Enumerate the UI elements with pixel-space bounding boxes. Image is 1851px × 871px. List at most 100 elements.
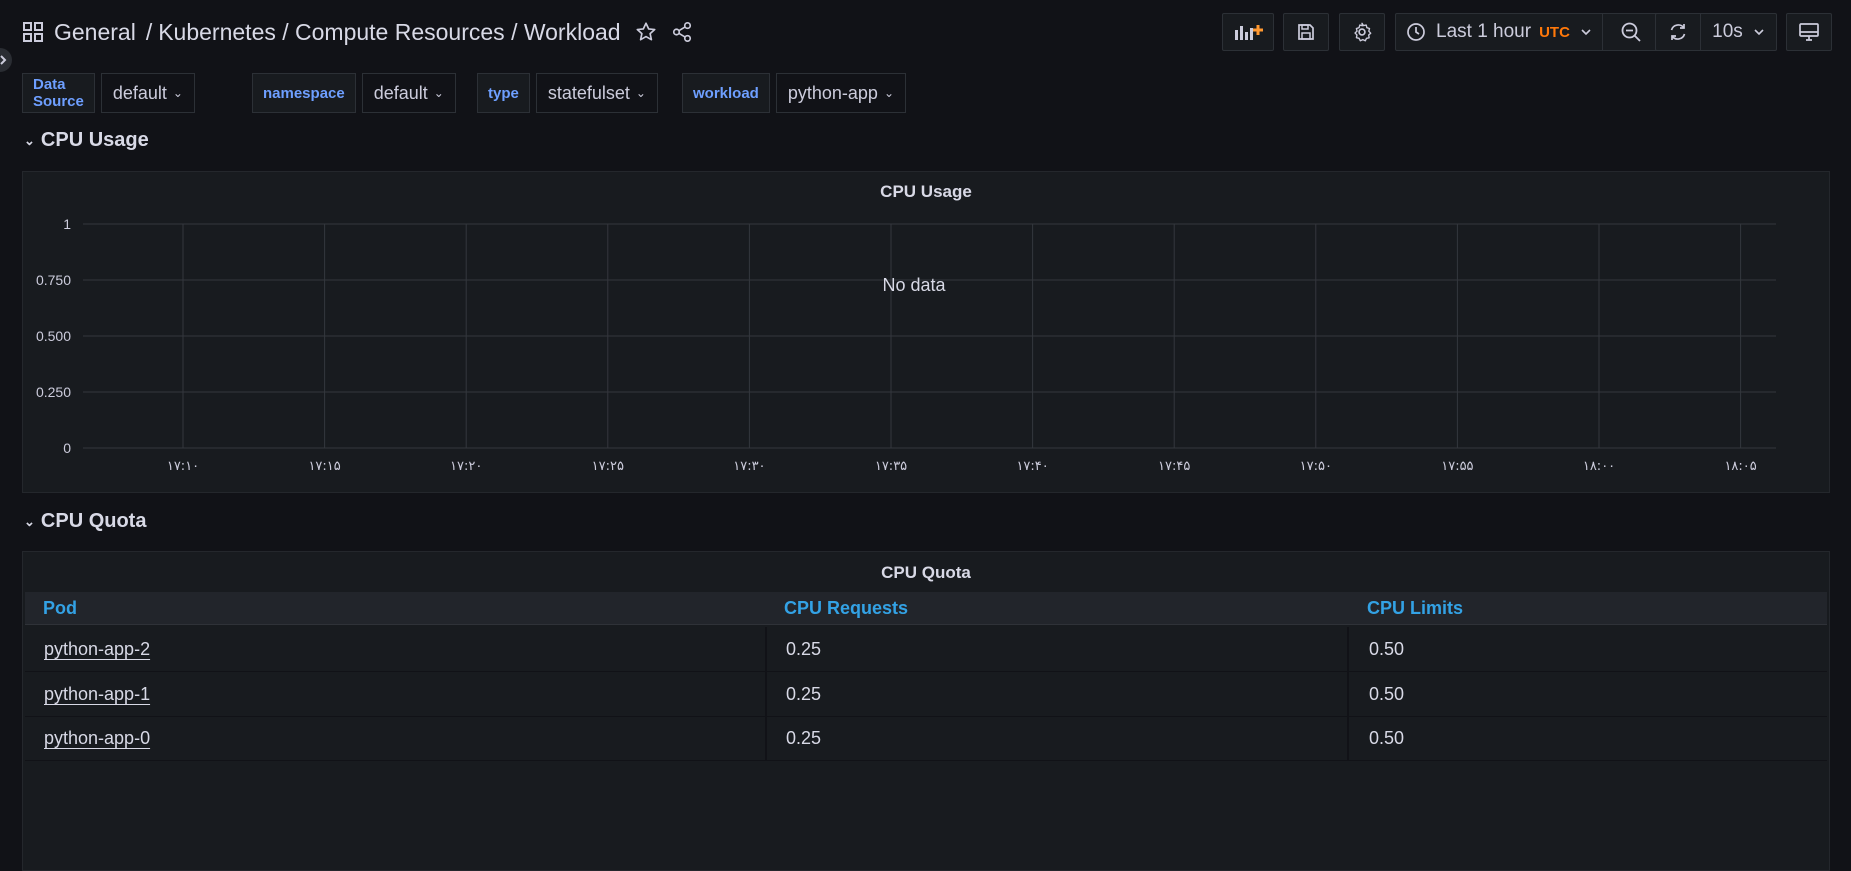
cpu-requests-cell: 0.25 xyxy=(786,683,822,704)
y-tick-label: 1 xyxy=(63,216,71,232)
column-header-pod[interactable]: Pod xyxy=(43,592,77,624)
x-tick-label: ۱۷:۳۰ xyxy=(733,459,765,474)
column-divider xyxy=(1347,627,1349,671)
variable-workload-select[interactable]: python-app ⌄ xyxy=(775,73,906,113)
zoom-out-icon xyxy=(1621,22,1641,42)
add-panel-button[interactable] xyxy=(1222,13,1274,51)
variable-type-select[interactable]: statefulset ⌄ xyxy=(535,73,658,113)
refresh-group: 10s xyxy=(1655,13,1777,51)
x-tick-label: ۱۷:۱۵ xyxy=(308,459,340,474)
zoom-out-button[interactable] xyxy=(1602,14,1658,50)
x-tick-label: ۱۸:۰۵ xyxy=(1724,459,1756,474)
star-button[interactable] xyxy=(635,21,657,43)
variable-value: default xyxy=(112,82,167,103)
refresh-icon xyxy=(1670,24,1686,40)
variable-type: type statefulset ⌄ xyxy=(477,73,658,113)
time-range-picker[interactable]: Last 1 hour UTC xyxy=(1396,14,1602,50)
pod-link[interactable]: python-app-2 xyxy=(44,639,150,660)
pod-link[interactable]: python-app-0 xyxy=(44,728,150,749)
panel-title[interactable]: CPU Usage xyxy=(23,182,1829,202)
table-row: python-app-0 0.25 0.50 xyxy=(25,716,1827,761)
tv-mode-button[interactable] xyxy=(1786,13,1832,51)
no-data-label: No data xyxy=(882,275,946,295)
top-navbar: General / Kubernetes / Compute Resources… xyxy=(0,0,1851,64)
x-tick-label: ۱۷:۵۰ xyxy=(1300,459,1332,474)
y-tick-label: 0 xyxy=(63,440,71,456)
column-divider xyxy=(765,672,767,716)
gear-icon xyxy=(1354,22,1372,42)
chevron-down-icon: ⌄ xyxy=(172,86,183,100)
panel-title[interactable]: CPU Quota xyxy=(23,563,1829,583)
cpu-limits-cell: 0.50 xyxy=(1369,638,1405,659)
variable-label: type xyxy=(477,73,530,113)
refresh-interval-picker[interactable]: 10s xyxy=(1700,14,1776,50)
cpu-quota-panel: CPU Quota Pod CPU Requests CPU Limits py… xyxy=(22,551,1830,871)
x-tick-label: ۱۷:۲۰ xyxy=(450,459,482,474)
share-button[interactable] xyxy=(671,21,693,43)
cpu-limits-cell: 0.50 xyxy=(1369,683,1405,704)
star-icon xyxy=(636,22,656,41)
cpu-limits-cell: 0.50 xyxy=(1369,727,1405,748)
time-picker-group: Last 1 hour UTC xyxy=(1395,13,1659,51)
time-range-label: Last 1 hour xyxy=(1436,21,1532,42)
variable-datasource: Data Source default ⌄ xyxy=(22,73,195,113)
breadcrumb-folder-link[interactable]: General xyxy=(54,19,136,46)
x-tick-label: ۱۷:۲۵ xyxy=(592,459,624,474)
share-icon xyxy=(672,22,691,42)
add-panel-icon xyxy=(1235,25,1263,40)
table-row: python-app-1 0.25 0.50 xyxy=(25,672,1827,717)
table-header: Pod CPU Requests CPU Limits xyxy=(25,592,1827,625)
chevron-down-icon: ⌄ xyxy=(635,86,646,100)
variable-value: python-app xyxy=(787,82,878,103)
variable-label: workload xyxy=(682,73,770,113)
column-divider xyxy=(765,627,767,671)
variable-workload: workload python-app ⌄ xyxy=(682,73,906,113)
chevron-down-icon: ⌄ xyxy=(433,86,444,100)
cpu-requests-cell: 0.25 xyxy=(786,727,822,748)
x-tick-label: ۱۷:۵۵ xyxy=(1441,459,1473,474)
save-dashboard-button[interactable] xyxy=(1283,13,1329,51)
row-cpu-usage-toggle[interactable]: ⌄ CPU Usage xyxy=(24,129,149,152)
timezone-badge: UTC xyxy=(1539,23,1570,41)
variable-namespace: namespace default ⌄ xyxy=(252,73,456,113)
x-tick-label: ۱۷:۱۰ xyxy=(167,459,199,474)
column-header-cpu-limits[interactable]: CPU Limits xyxy=(1367,592,1463,624)
breadcrumb-separator: / xyxy=(145,18,153,45)
dashboard-settings-button[interactable] xyxy=(1339,13,1385,51)
monitor-icon xyxy=(1799,23,1819,41)
chevron-down-icon: ⌄ xyxy=(24,513,35,529)
variable-label: Data Source xyxy=(22,73,95,113)
y-tick-label: 0.500 xyxy=(36,328,71,344)
breadcrumb: General / Kubernetes / Compute Resources… xyxy=(22,14,693,50)
x-tick-label: ۱۷:۳۵ xyxy=(875,459,907,474)
variable-label: namespace xyxy=(252,73,356,113)
x-tick-label: ۱۷:۴۰ xyxy=(1016,459,1048,474)
refresh-button[interactable] xyxy=(1656,14,1700,50)
chevron-down-icon: ⌄ xyxy=(24,132,35,148)
pod-link[interactable]: python-app-1 xyxy=(44,684,150,705)
breadcrumb-dashboard-title[interactable]: Kubernetes / Compute Resources / Workloa… xyxy=(158,19,620,46)
chevron-down-icon xyxy=(1754,29,1764,36)
x-tick-label: ۱۷:۴۵ xyxy=(1158,459,1190,474)
chevron-down-icon: ⌄ xyxy=(883,86,894,100)
cpu-usage-panel: CPU Usage 0 0.250 0.500 0.750 1 ۱۷:۱۰ ۱۷:۱۵ ۱۷… xyxy=(22,171,1830,493)
y-tick-label: 0.750 xyxy=(36,272,71,288)
variable-value: statefulset xyxy=(547,82,630,103)
row-title: CPU Quota xyxy=(40,510,147,532)
variable-namespace-select[interactable]: default ⌄ xyxy=(361,73,456,113)
cpu-usage-chart: 0 0.250 0.500 0.750 1 ۱۷:۱۰ ۱۷:۱۵ ۱۷:۲۰ ۱۷:۲۵ ۱۷… xyxy=(36,216,1776,474)
x-tick-label: ۱۸:۰۰ xyxy=(1583,459,1615,474)
y-tick-label: 0.250 xyxy=(36,384,71,400)
column-header-cpu-requests[interactable]: CPU Requests xyxy=(784,592,908,624)
dashboards-grid-icon xyxy=(23,22,43,42)
column-divider xyxy=(765,716,767,760)
chevron-down-icon xyxy=(1581,29,1591,36)
clock-icon xyxy=(1407,23,1425,41)
column-divider xyxy=(1347,672,1349,716)
row-cpu-quota-toggle[interactable]: ⌄ CPU Quota xyxy=(24,510,146,533)
row-title: CPU Usage xyxy=(40,129,149,151)
save-icon xyxy=(1298,24,1314,40)
table-row: python-app-2 0.25 0.50 xyxy=(25,627,1827,672)
variable-datasource-select[interactable]: default ⌄ xyxy=(100,73,195,113)
cpu-requests-cell: 0.25 xyxy=(786,638,822,659)
